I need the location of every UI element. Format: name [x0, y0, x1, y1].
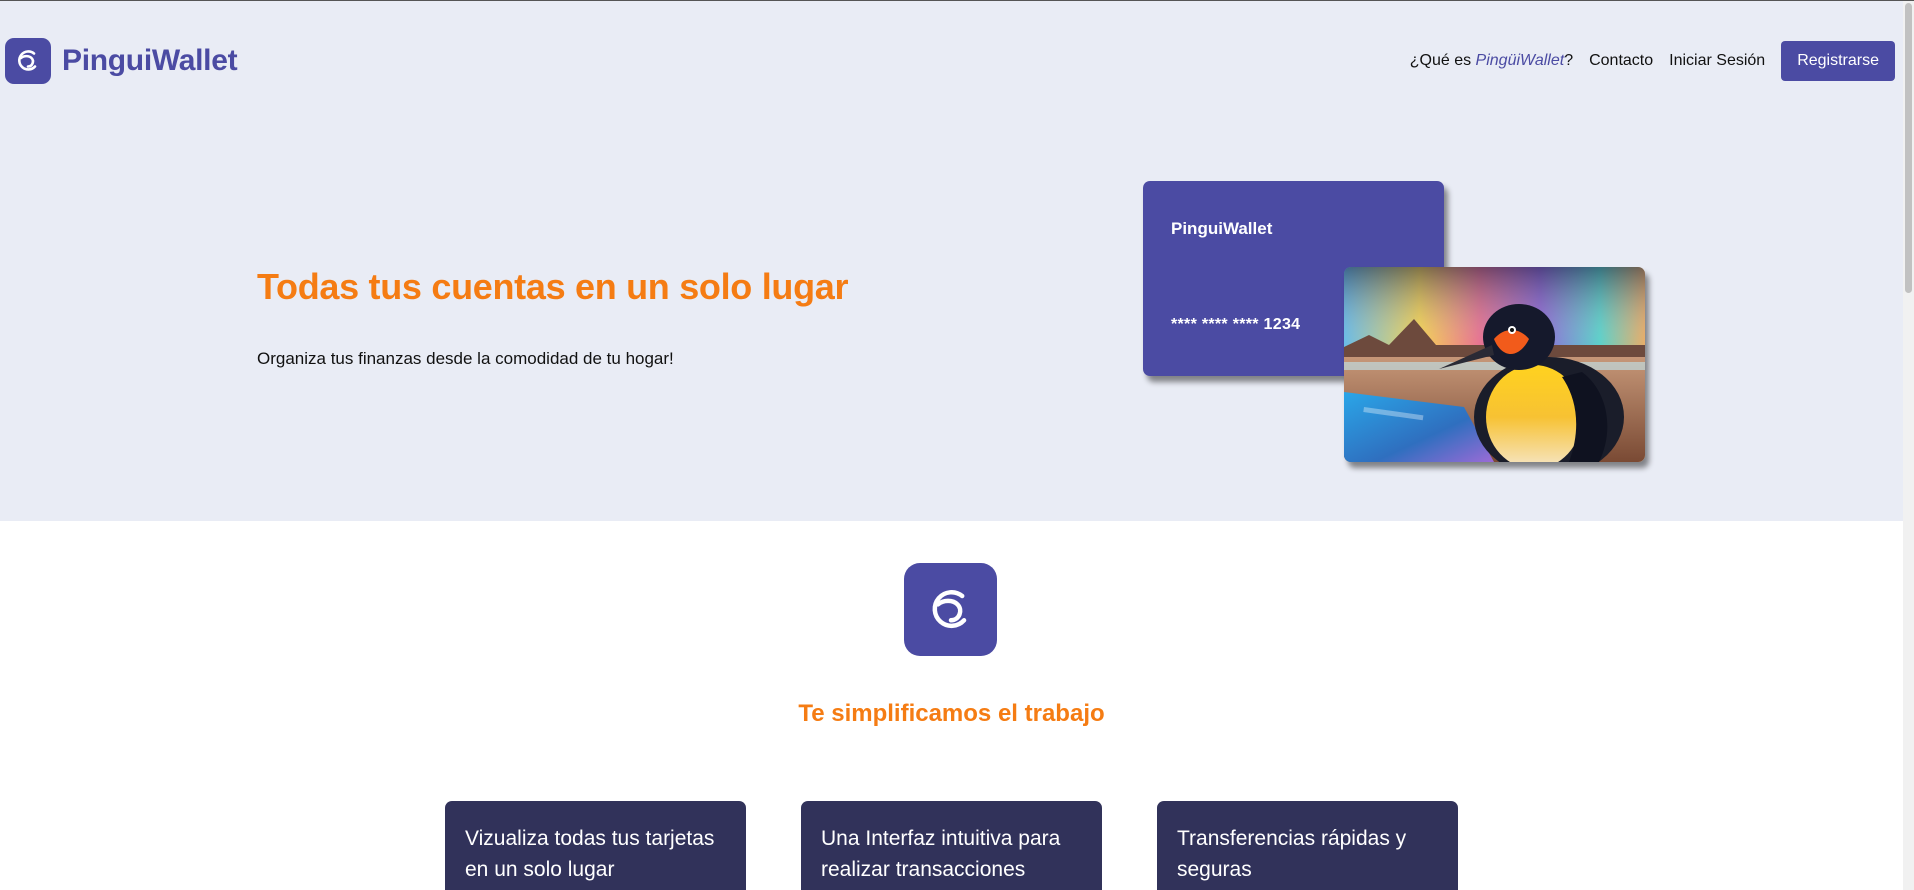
pingui-logo-large-icon [904, 563, 997, 656]
feature-card-cards: Vizualiza todas tus tarjetas en un solo … [445, 801, 746, 890]
feature-card-text: Una Interfaz intuitiva para realizar tra… [821, 827, 1061, 881]
scrollbar-thumb[interactable] [1905, 3, 1912, 293]
nav-contacto[interactable]: Contacto [1589, 52, 1653, 70]
feature-card-interface: Una Interfaz intuitiva para realizar tra… [801, 801, 1102, 890]
card-number: **** **** **** 1234 [1171, 316, 1301, 333]
pingui-logo-icon [5, 38, 51, 84]
register-button[interactable]: Registrarse [1781, 41, 1895, 81]
penguin-image [1344, 267, 1645, 462]
feature-card-text: Vizualiza todas tus tarjetas en un solo … [465, 827, 715, 881]
hero-title: Todas tus cuentas en un solo lugar [257, 266, 849, 307]
nav-que-es-brand: PingüiWallet [1475, 52, 1565, 69]
nav-que-es-suffix: ? [1564, 52, 1574, 69]
brand-logo-link[interactable]: PinguiWallet [5, 38, 238, 84]
features-title: Te simplificamos el trabajo [798, 700, 1105, 727]
nav-login[interactable]: Iniciar Sesión [1669, 52, 1765, 70]
feature-card-text: Transferencias rápidas y seguras [1177, 827, 1407, 881]
main-nav: ¿Qué es PingüiWallet? Contacto Iniciar S… [1410, 41, 1895, 81]
window-top-border [0, 0, 1914, 1]
feature-card-transfers: Transferencias rápidas y seguras [1157, 801, 1458, 890]
nav-que-es[interactable]: ¿Qué es PingüiWallet? [1410, 52, 1573, 70]
page-scrollbar[interactable] [1903, 1, 1914, 890]
landing-page: PinguiWallet ¿Qué es PingüiWallet? Conta… [0, 0, 1903, 890]
nav-que-es-prefix: ¿Qué es [1409, 52, 1476, 69]
hero-section: PinguiWallet ¿Qué es PingüiWallet? Conta… [0, 1, 1903, 521]
hero-subtitle: Organiza tus finanzas desde la comodidad… [257, 349, 674, 368]
card-brand: PinguiWallet [1171, 219, 1273, 238]
brand-name: PinguiWallet [62, 44, 238, 77]
